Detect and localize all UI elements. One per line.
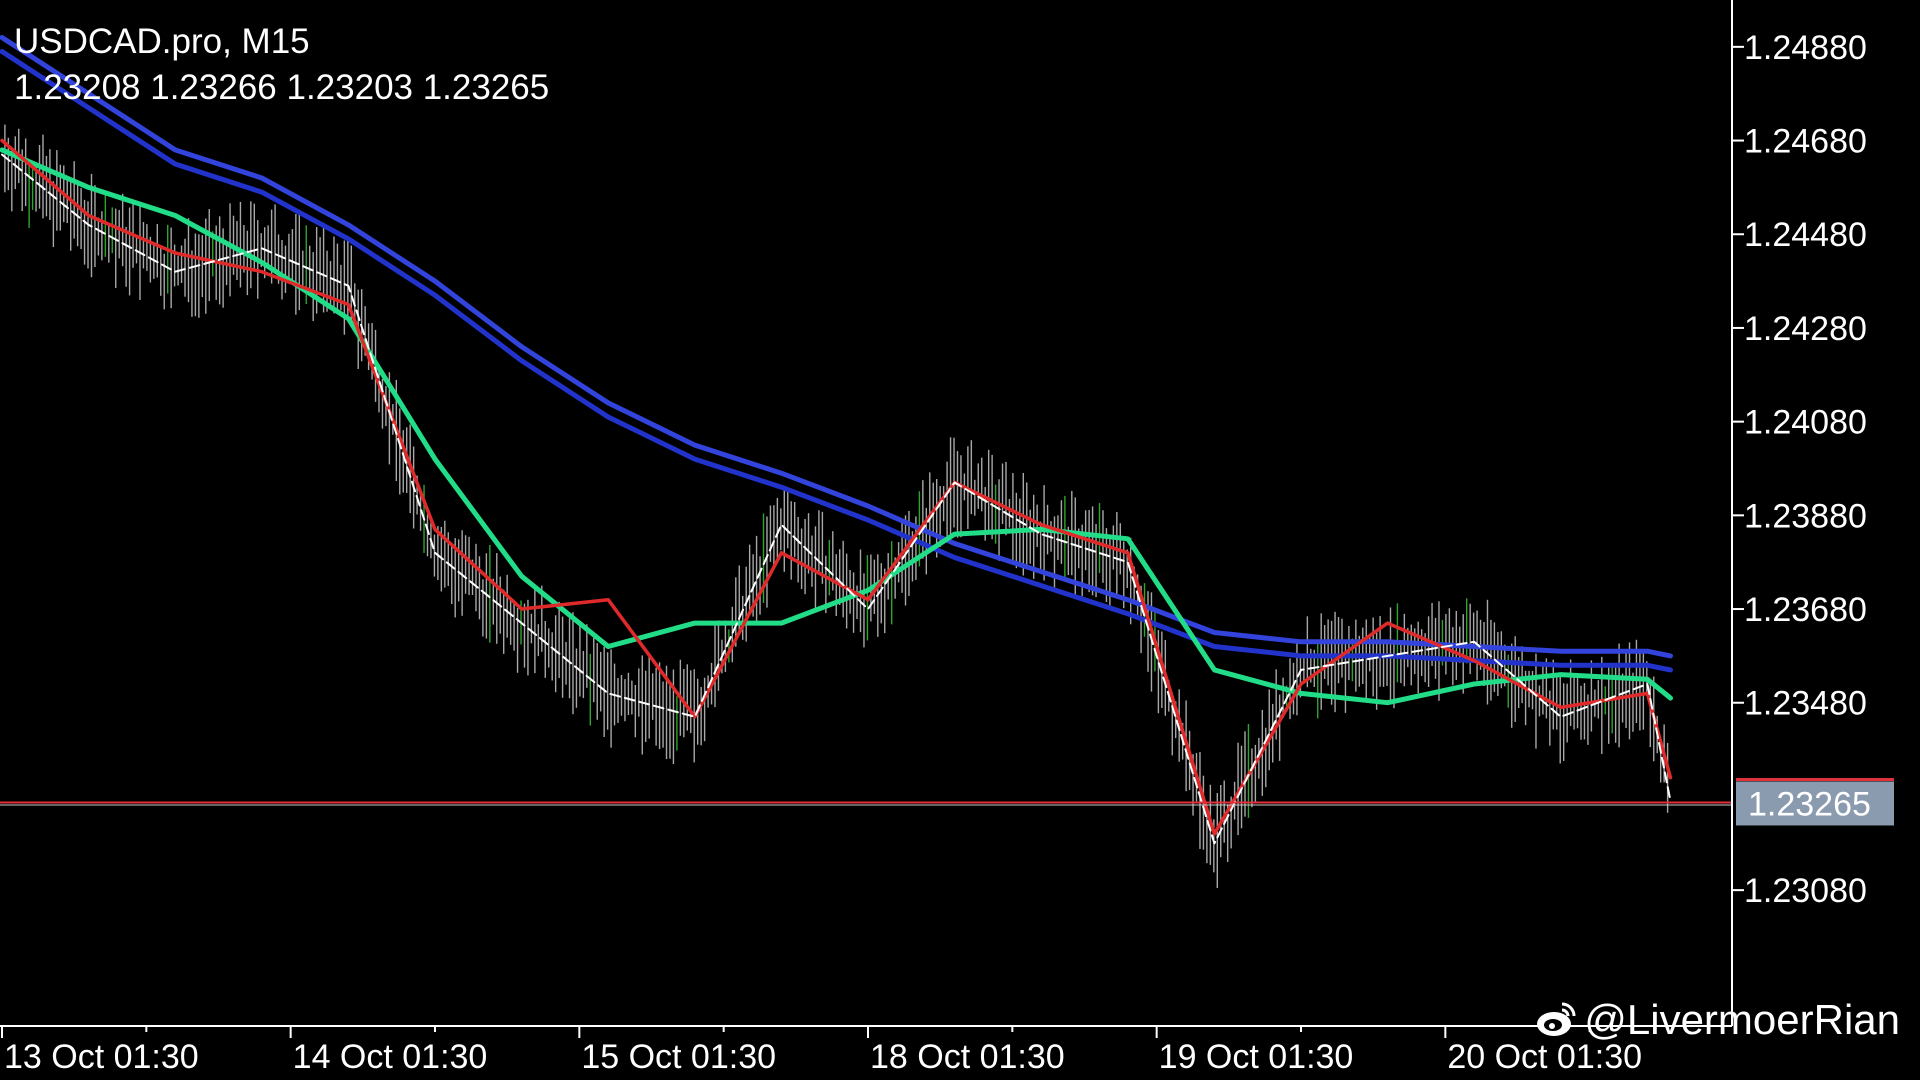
moving-average-lines (0, 35, 1673, 845)
x-tick-label: 18 Oct 01:30 (870, 1038, 1065, 1076)
ohlc-values: 1.23208 1.23266 1.23203 1.23265 (14, 68, 550, 107)
y-tick-label: 1.24280 (1744, 310, 1867, 348)
y-tick-label: 1.23880 (1744, 497, 1867, 535)
price-tag-label: 1.23265 (1748, 785, 1871, 823)
y-tick-label: 1.23080 (1744, 872, 1867, 910)
y-axis-ticks: 1.24880 1.24680 1.24480 1.24280 1.24080 1.238… (1732, 29, 1867, 910)
x-tick-label: 19 Oct 01:30 (1159, 1038, 1354, 1076)
chart-axes (0, 0, 1733, 1027)
current-price-tag: 1.23265 (1736, 777, 1894, 826)
price-chart[interactable]: 1.24880 1.24680 1.24480 1.24280 1.24080 1.238… (0, 0, 1920, 1080)
y-tick-label: 1.24680 (1744, 123, 1867, 161)
x-tick-label: 13 Oct 01:30 (4, 1038, 199, 1076)
x-tick-label: 15 Oct 01:30 (581, 1038, 776, 1076)
weibo-icon (1537, 1002, 1576, 1036)
y-tick-label: 1.24480 (1744, 216, 1867, 254)
x-axis-ticks: 13 Oct 01:30 14 Oct 01:30 15 Oct 01:30 18 O… (1, 1026, 1642, 1076)
y-tick-label: 1.23480 (1744, 685, 1867, 723)
watermark-handle: @LivermoerRian (1584, 996, 1900, 1043)
y-tick-label: 1.24880 (1744, 29, 1867, 67)
ema-slow-line (0, 138, 1673, 836)
y-tick-label: 1.23680 (1744, 591, 1867, 629)
x-tick-label: 14 Oct 01:30 (293, 1038, 488, 1076)
current-price-line (0, 801, 1732, 806)
ema-mid-line (0, 147, 1673, 706)
watermark: @LivermoerRian (1534, 996, 1900, 1044)
y-tick-label: 1.24080 (1744, 404, 1867, 442)
symbol-timeframe-label: USDCAD.pro, M15 (14, 22, 310, 61)
